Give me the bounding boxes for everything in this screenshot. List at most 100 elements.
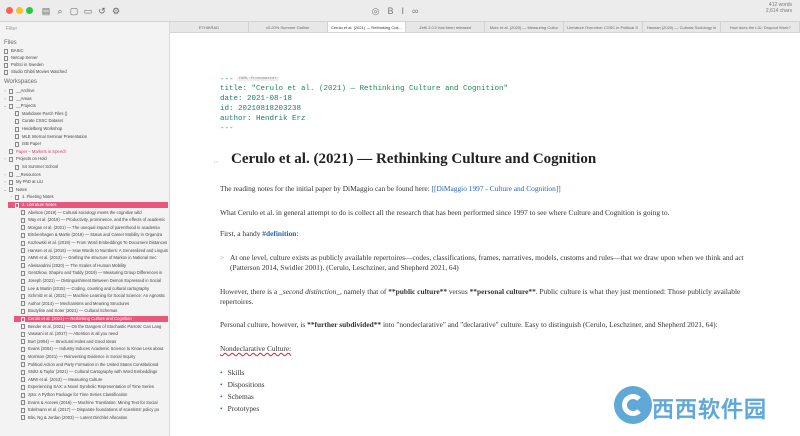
zoom-button[interactable] (26, 7, 33, 14)
tree-item[interactable]: Alessandrini (2020) — The Scales of Huma… (14, 263, 168, 269)
file-item[interactable]: Netcup Server (4, 55, 169, 61)
tab[interactable]: ETHIKRAD (170, 22, 249, 32)
tree-item[interactable]: S4 Summer School (8, 164, 168, 170)
tree-item[interactable]: Bender et al. (2021) — On the Dangers of… (14, 324, 168, 330)
chevron-icon[interactable]: › (2, 179, 8, 185)
file-icon (21, 407, 25, 413)
tree-item[interactable]: ⌄ __Projects (2, 103, 168, 109)
sidebar-toggle-icon[interactable]: ▤ (40, 5, 52, 17)
tree-item[interactable]: › 1. Fleeting Notes (8, 194, 168, 200)
tree-item[interactable]: Morgan et al. (2021) — The unequal impac… (14, 225, 168, 231)
fm-title-key: title: (220, 85, 252, 93)
tree-item[interactable]: Evans (2004) — Industry Induces Academic… (14, 346, 168, 352)
tree-item-label: Blei, Ng & Jordan (2003) — Latent Dirich… (28, 414, 128, 420)
tree-item[interactable]: Experiencing SAX: a Novel Symbolic Repre… (14, 384, 168, 390)
chevron-icon[interactable]: ⌄ (8, 202, 14, 208)
tree-item[interactable]: Author (2014) — Mechanisms and Meaning S… (14, 301, 168, 307)
tree-item[interactable]: zpto: A Python Package for Time Series C… (14, 392, 168, 398)
tree-item[interactable]: Edelmann et al. (2017) — Disparate found… (14, 407, 168, 413)
settings-icon[interactable]: ⚙ (110, 5, 122, 17)
minimize-button[interactable] (16, 7, 23, 14)
tree-item[interactable]: Lee & Martin (2015) — Coding, counting a… (14, 286, 168, 292)
tree-item[interactable]: Stoltz & Taylor (2021) — Cultural Cartog… (14, 369, 168, 375)
file-item[interactable]: PolSci in Sweden (4, 62, 169, 68)
tree-item[interactable]: MLE Internal Seminar Presentation (8, 134, 168, 140)
tree-item[interactable]: Abelson (2019) — Cultural sociology meet… (14, 210, 168, 216)
file-item[interactable]: BASIC (4, 48, 169, 54)
tree-item[interactable]: Joseph (2021) — Distinguishment Between … (14, 278, 168, 284)
link-icon[interactable]: ∞ (412, 6, 418, 16)
folder-icon (9, 187, 13, 193)
bold-icon[interactable]: B (387, 6, 393, 16)
tab[interactable]: v0.20% Summer Outline (249, 22, 328, 32)
tree-item[interactable]: ⌄ 2. Literature Notes (8, 202, 168, 208)
paragraph-3: First, a handy #definition: (220, 229, 760, 239)
tab[interactable]: Literature Overview: CSSC in Political S (564, 22, 643, 32)
chevron-icon[interactable]: › (2, 88, 8, 94)
tree-item[interactable]: Birckenhagen & Martin (2019) — Status an… (14, 232, 168, 238)
tree-item-label: Morgan et al. (2021) — The unequal impac… (28, 224, 160, 230)
editor[interactable]: --- YAML Frontmatter title: "Cerulo et al… (170, 33, 800, 436)
file-icon (4, 69, 8, 75)
chevron-icon[interactable]: › (2, 156, 8, 162)
tree-item[interactable]: Curate CSSC Dataset (8, 118, 168, 124)
tree-item[interactable]: › Projects on Hold (2, 156, 168, 162)
readability-icon[interactable]: ◎ (372, 6, 380, 17)
tree-item-label: Joseph (2021) — Distinguishment Between … (28, 278, 162, 283)
tree-item[interactable]: Burt (2004) — Structural Holes and Good … (14, 339, 168, 345)
tab[interactable]: How does the LIU: Dropout Work? (721, 22, 800, 32)
tree-item[interactable]: Markdown Parch Files () (8, 111, 168, 117)
chevron-icon[interactable]: › (2, 172, 8, 178)
tab[interactable]: Hannan (2020) — Cultural Sociology in (643, 22, 722, 32)
tree-item[interactable]: › My PhD at LiU (2, 179, 168, 185)
tree-item-label: Heidelberg Workshop (22, 126, 63, 131)
tab[interactable]: Zettl 2.0.0 has been released (406, 22, 485, 32)
tree-item[interactable]: ISB Paper (8, 141, 168, 147)
tree-item-label: Alessandrini (2020) — The Scales of Huma… (28, 262, 127, 268)
tab[interactable]: Cerulo et al. (2021) — Rethinking Cult..… (327, 22, 407, 32)
tree-item[interactable]: AMW et al. (2013) — Grafting the structu… (14, 255, 168, 261)
tree-item[interactable]: Hansen et al. (2016) — How Words to Numb… (14, 248, 168, 254)
fm-author-value: Hendrik Erz (256, 115, 306, 123)
title-bar: ▤ ⌕ ▢ ▭ ↺ ⚙ ◎ B I ∞ 412 words 2,614 char… (0, 0, 800, 22)
sidebar-filter-input[interactable]: Filter (4, 24, 166, 34)
italic-icon[interactable]: I (401, 6, 404, 16)
chevron-icon[interactable]: ⌄ (2, 103, 8, 109)
file-item-label: Studio Ghibli Movies Watched (11, 69, 67, 74)
search-icon[interactable]: ⌕ (54, 5, 66, 17)
file-item[interactable]: Studio Ghibli Movies Watched (4, 69, 169, 75)
chevron-icon[interactable]: › (8, 194, 14, 200)
close-button[interactable] (6, 7, 13, 14)
tree-item[interactable]: › __Archive (2, 88, 168, 94)
new-dir-icon[interactable]: ▭ (82, 5, 94, 17)
wiki-link[interactable]: [[DiMaggio 1997 - Culture and Cognition]… (432, 184, 561, 193)
tree-item[interactable]: Way et al. (2019) — Productivity, promin… (14, 217, 168, 223)
tree-item[interactable]: Vaswani et al. (2017) — Attention is all… (14, 331, 168, 337)
tree-item[interactable]: Boutyline and Soter (2021) — Cultural Sc… (14, 308, 168, 314)
tree-item[interactable]: Evans & Aceves (2016) — Machine Translat… (14, 400, 168, 406)
tree-item[interactable]: Cerulo et al. (2021) — Rethinking Cultur… (14, 316, 168, 322)
refresh-icon[interactable]: ↺ (96, 5, 108, 17)
tree-item[interactable]: Gentzkow, Shapiro and Taddy (2019) — Mea… (14, 270, 168, 276)
file-icon (15, 164, 19, 170)
file-icon (15, 111, 19, 117)
p5-bold: **further subdivided** (307, 320, 382, 329)
tree-item[interactable]: Political Action and Party Formation in … (14, 362, 168, 368)
tree-item[interactable]: Kozlowski et al. (2019) — From Word Embe… (14, 240, 168, 246)
folder-icon (9, 172, 13, 178)
chevron-icon[interactable]: ⌄ (2, 187, 8, 193)
chevron-icon[interactable]: › (2, 96, 8, 102)
tree-item[interactable]: Schmitz et al. (2021) — Machine Learning… (14, 293, 168, 299)
tree-item[interactable]: Morrison (2021) — Reinventing Evidence i… (14, 354, 168, 360)
tree-item[interactable]: › __Areas (2, 96, 168, 102)
tree-item[interactable]: Paper – Markets in Speech (2, 149, 168, 155)
tree-item-label: S4 Summer School (22, 164, 59, 169)
tree-item[interactable]: ⌄ Notes (2, 187, 168, 193)
tree-item[interactable]: Blei, Ng & Jordan (2003) — Latent Dirich… (14, 415, 168, 421)
tab[interactable]: Mohr et al. (2020) — Measuring Cultur (485, 22, 564, 32)
new-file-icon[interactable]: ▢ (68, 5, 80, 17)
tree-item[interactable]: › __Resources (2, 172, 168, 178)
tree-item[interactable]: AMW et al. (2013) — Measuring Culture (14, 377, 168, 383)
definition-tag[interactable]: #definition (262, 229, 296, 238)
tree-item[interactable]: Heidelberg Workshop (8, 126, 168, 132)
